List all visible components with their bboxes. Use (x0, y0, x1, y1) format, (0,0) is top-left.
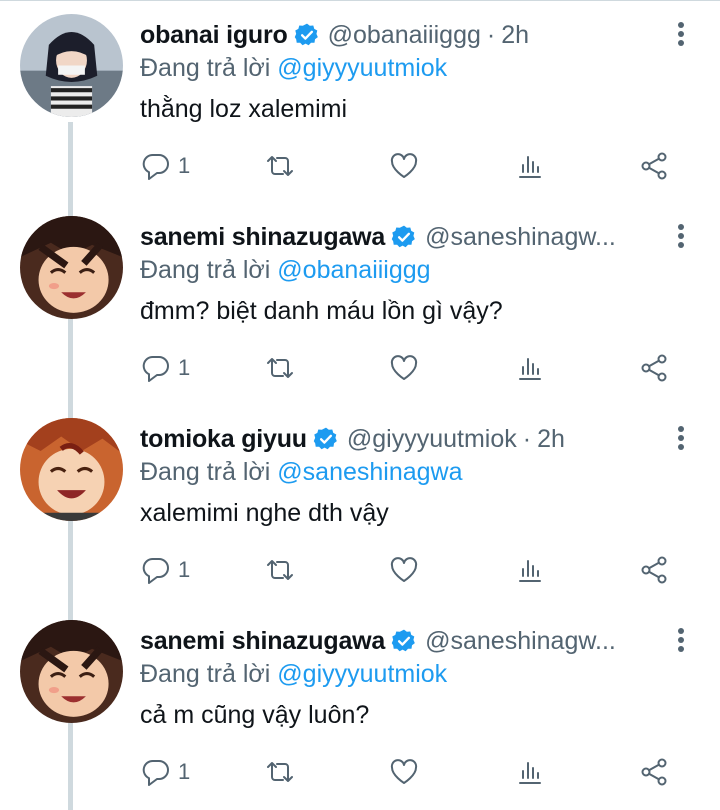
like-button[interactable] (388, 752, 420, 792)
heart-icon (390, 557, 418, 582)
views-icon (519, 358, 541, 380)
replying-to-label: Đang trả lời (140, 256, 271, 284)
retweet-button[interactable] (264, 348, 296, 388)
mention-link[interactable]: @saneshinagwa (277, 458, 462, 486)
timestamp[interactable]: 2h (501, 21, 529, 50)
share-button[interactable] (638, 550, 670, 590)
tweet[interactable]: sanemi shinazugawa @saneshinagw... Đang … (0, 606, 720, 808)
timestamp[interactable]: 2h (537, 425, 565, 454)
verified-icon (391, 225, 415, 248)
reply-icon (142, 557, 169, 584)
more-options-icon[interactable] (676, 426, 686, 452)
separator-dot: · (486, 20, 496, 49)
more-options-icon[interactable] (676, 224, 686, 250)
share-icon (641, 354, 667, 382)
retweet-icon (267, 762, 293, 782)
display-name[interactable]: obanai iguro (140, 21, 288, 50)
reply-button[interactable]: 1 (140, 550, 190, 590)
replying-to: Đang trả lời @saneshinagwa (140, 458, 463, 487)
reply-icon (142, 355, 169, 382)
reply-count: 1 (178, 153, 191, 178)
mention-link[interactable]: @giyyyuutmiok (277, 660, 447, 688)
heart-icon (390, 153, 418, 178)
retweet-icon (267, 156, 293, 176)
reply-button[interactable]: 1 (140, 146, 190, 186)
tweet-text: cả m cũng vậy luôn? (140, 701, 370, 729)
separator-dot: · (522, 424, 532, 453)
replying-to: Đang trả lời @giyyyuutmiok (140, 660, 447, 689)
retweet-icon (267, 358, 293, 378)
tweet-text: đmm? biệt danh máu lồn gì vậy? (140, 297, 503, 325)
reply-count: 1 (178, 355, 191, 380)
tweet-header: sanemi shinazugawa @saneshinagw... (140, 220, 660, 254)
action-bar: 1 (140, 550, 680, 590)
avatar[interactable] (20, 216, 123, 319)
handle[interactable]: @saneshinagw... (425, 223, 616, 252)
share-icon (641, 758, 667, 786)
tweet-text: xalemimi nghe dth vậy (140, 499, 389, 527)
mention-link[interactable]: @obanaiiiggg (277, 256, 430, 284)
share-icon (641, 556, 667, 584)
display-name[interactable]: sanemi shinazugawa (140, 627, 385, 656)
mention-link[interactable]: @giyyyuutmiok (277, 54, 447, 82)
like-button[interactable] (388, 348, 420, 388)
reply-button[interactable]: 1 (140, 752, 190, 792)
replying-to: Đang trả lời @obanaiiiggg (140, 256, 431, 285)
replying-to: Đang trả lời @giyyyuutmiok (140, 54, 447, 83)
like-button[interactable] (388, 146, 420, 186)
action-bar: 1 (140, 752, 680, 792)
share-button[interactable] (638, 146, 670, 186)
verified-icon (391, 629, 415, 652)
action-bar: 1 (140, 348, 680, 388)
action-bar: 1 (140, 146, 680, 186)
heart-icon (390, 759, 418, 784)
views-button[interactable] (514, 550, 546, 590)
tweet[interactable]: sanemi shinazugawa @saneshinagw... Đang … (0, 202, 720, 404)
tweet-header: tomioka giyuu @giyyyuutmiok · 2h (140, 422, 660, 456)
reply-count: 1 (178, 557, 191, 582)
replying-to-label: Đang trả lời (140, 660, 271, 688)
tweet-header: sanemi shinazugawa @saneshinagw... (140, 624, 660, 658)
avatar[interactable] (20, 620, 123, 723)
display-name[interactable]: sanemi shinazugawa (140, 223, 385, 252)
share-icon (641, 152, 667, 180)
handle[interactable]: @giyyyuutmiok (347, 425, 517, 454)
tweet-text: thằng loz xalemimi (140, 95, 348, 123)
display-name[interactable]: tomioka giyuu (140, 425, 307, 454)
share-button[interactable] (638, 752, 670, 792)
reply-icon (142, 153, 169, 180)
reply-icon (142, 759, 169, 786)
heart-icon (390, 355, 418, 380)
tweet[interactable]: obanai iguro @obanaiiiggg · 2h Đang trả … (0, 0, 720, 202)
avatar[interactable] (20, 14, 123, 117)
views-icon (519, 560, 541, 582)
share-button[interactable] (638, 348, 670, 388)
handle[interactable]: @saneshinagw... (425, 627, 616, 656)
replying-to-label: Đang trả lời (140, 54, 271, 82)
views-button[interactable] (514, 348, 546, 388)
like-button[interactable] (388, 550, 420, 590)
retweet-button[interactable] (264, 752, 296, 792)
reply-count: 1 (178, 759, 191, 784)
retweet-icon (267, 560, 293, 580)
verified-icon (294, 23, 318, 46)
views-button[interactable] (514, 146, 546, 186)
verified-icon (313, 427, 337, 450)
reply-button[interactable]: 1 (140, 348, 190, 388)
views-icon (519, 762, 541, 784)
views-button[interactable] (514, 752, 546, 792)
retweet-button[interactable] (264, 550, 296, 590)
tweet[interactable]: tomioka giyuu @giyyyuutmiok · 2h Đang tr… (0, 404, 720, 606)
more-options-icon[interactable] (676, 22, 686, 48)
views-icon (519, 156, 541, 178)
more-options-icon[interactable] (676, 628, 686, 654)
retweet-button[interactable] (264, 146, 296, 186)
replying-to-label: Đang trả lời (140, 458, 271, 486)
avatar[interactable] (20, 418, 123, 521)
tweet-header: obanai iguro @obanaiiiggg · 2h (140, 18, 660, 52)
handle[interactable]: @obanaiiiggg (328, 21, 481, 50)
